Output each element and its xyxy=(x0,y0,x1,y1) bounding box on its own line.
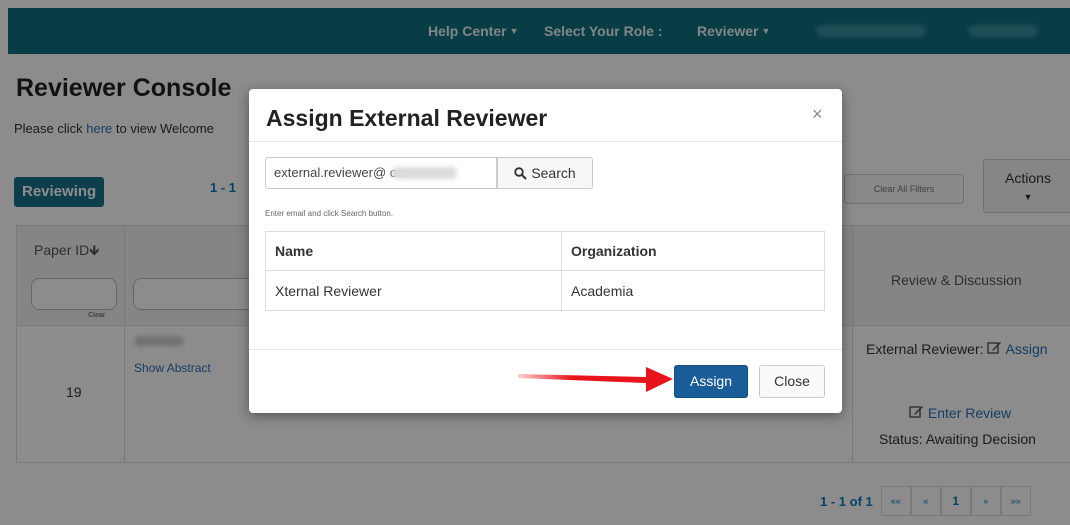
result-name-cell[interactable]: Xternal Reviewer xyxy=(266,271,561,311)
search-hint: Enter email and click Search button. xyxy=(265,209,394,218)
search-button-label: Search xyxy=(531,165,576,181)
red-arrow-annotation xyxy=(518,367,673,392)
search-icon xyxy=(514,167,528,180)
assign-button[interactable]: Assign xyxy=(674,365,748,398)
dialog-footer-divider xyxy=(249,349,842,350)
close-button[interactable]: Close xyxy=(759,365,825,398)
result-organization-cell[interactable]: Academia xyxy=(562,271,825,311)
dialog-header-divider xyxy=(249,141,842,142)
close-icon[interactable]: × xyxy=(812,104,823,125)
dialog-title: Assign External Reviewer xyxy=(266,105,548,131)
column-organization: Organization xyxy=(571,243,657,259)
reviewer-results-table: Name Organization Xternal Reviewer Acade… xyxy=(265,231,826,312)
email-search-input[interactable]: external.reviewer@ om xyxy=(265,157,497,189)
redacted-email-part xyxy=(392,167,457,179)
search-button[interactable]: Search xyxy=(497,157,593,189)
column-name: Name xyxy=(275,243,314,259)
